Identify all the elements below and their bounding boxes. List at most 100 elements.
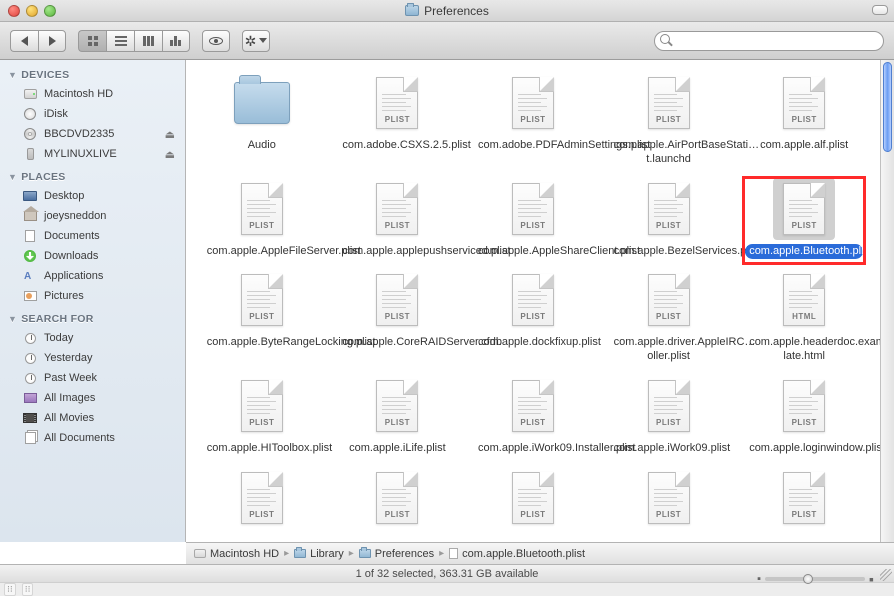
file-item[interactable]: PLISTcom.apple.AppleFileServer.plist <box>198 176 326 262</box>
back-button[interactable] <box>10 30 38 52</box>
column-view-button[interactable] <box>134 30 162 52</box>
toolbar-pill-button[interactable] <box>872 5 888 15</box>
close-icon[interactable] <box>8 5 20 17</box>
file-item[interactable]: PLIST <box>740 465 868 537</box>
file-label: com.apple.BezelServices.plist <box>610 244 728 260</box>
file-item[interactable]: PLISTcom.apple.iWork09.Installer.plist <box>469 373 597 459</box>
file-item[interactable]: PLISTcom.apple.alf.plist <box>740 70 868 170</box>
scroll-thumb[interactable] <box>883 62 892 152</box>
file-item[interactable]: PLISTcom.apple.Bluetooth.plist <box>740 176 868 262</box>
thumb-icon <box>22 147 38 161</box>
file-item[interactable]: PLISTcom.adobe.CSXS.2.5.plist <box>334 70 462 170</box>
file-scroll[interactable]: AudioPLISTcom.adobe.CSXS.2.5.plistPLISTc… <box>186 60 880 542</box>
path-segment-label: Preferences <box>375 548 434 560</box>
file-icon-box: PLIST <box>773 72 835 134</box>
sidebar-item-label: BBCDVD2335 <box>44 128 114 140</box>
vertical-scrollbar[interactable] <box>880 60 894 542</box>
document-icon: PLIST <box>648 274 690 326</box>
file-label: com.apple.iLife.plist <box>345 441 450 457</box>
sidebar-item[interactable]: Downloads <box>0 246 185 266</box>
document-icon: HTML <box>783 274 825 326</box>
file-item[interactable]: PLISTcom.apple.AirPortBaseStati…t.launch… <box>605 70 733 170</box>
file-item[interactable]: PLISTcom.adobe.PDFAdminSettings.plist <box>469 70 597 170</box>
file-icon-box: PLIST <box>366 269 428 331</box>
sidebar-item[interactable]: All Images <box>0 388 185 408</box>
file-label: Audio <box>244 138 280 154</box>
file-label: com.apple.CoreRAIDServer.cfdb <box>338 335 456 351</box>
icon-view-button[interactable] <box>78 30 106 52</box>
document-icon: PLIST <box>783 183 825 235</box>
list-view-button[interactable] <box>106 30 134 52</box>
eject-icon[interactable]: ⏏ <box>165 128 175 141</box>
eject-icon[interactable]: ⏏ <box>165 148 175 161</box>
file-type-tag: PLIST <box>784 510 824 519</box>
coverflow-view-button[interactable] <box>162 30 190 52</box>
sidebar-item[interactable]: iDisk <box>0 104 185 124</box>
file-item[interactable]: PLISTcom.apple.applepushserviced.plist <box>334 176 462 262</box>
file-item[interactable]: PLISTcom.apple.AppleShareClient.plist <box>469 176 597 262</box>
file-icon-box: PLIST <box>502 375 564 437</box>
file-item[interactable]: PLIST <box>605 465 733 537</box>
document-icon: PLIST <box>241 274 283 326</box>
sidebar-item[interactable]: Pictures <box>0 286 185 306</box>
file-label <box>393 533 401 535</box>
sidebar-section-head[interactable]: ▼SEARCH FOR <box>0 310 185 328</box>
quicklook-button[interactable] <box>202 30 230 52</box>
sidebar-item[interactable]: Macintosh HD <box>0 84 185 104</box>
folder-item[interactable]: Audio <box>198 70 326 170</box>
file-item[interactable]: PLIST <box>334 465 462 537</box>
resize-handle[interactable] <box>880 569 892 581</box>
path-segment[interactable]: Macintosh HD <box>194 548 279 560</box>
file-item[interactable]: PLISTcom.apple.HIToolbox.plist <box>198 373 326 459</box>
sidebar-item[interactable]: joeysneddon <box>0 206 185 226</box>
file-item[interactable]: PLISTcom.apple.ByteRangeLocking.plist <box>198 267 326 367</box>
file-type-tag: PLIST <box>649 221 689 230</box>
path-segment[interactable]: Preferences <box>359 548 434 560</box>
file-item[interactable]: PLIST <box>198 465 326 537</box>
file-label: com.adobe.CSXS.2.5.plist <box>338 138 456 154</box>
file-item[interactable]: PLIST <box>469 465 597 537</box>
action-menu-button[interactable]: ✲ <box>242 30 270 52</box>
file-item[interactable]: PLIST com.apple.driver.AppleIRC…oller.pli… <box>605 267 733 367</box>
file-item[interactable]: PLISTcom.apple.iWork09.plist <box>605 373 733 459</box>
sidebar-section-head[interactable]: ▼PLACES <box>0 168 185 186</box>
document-icon: PLIST <box>648 183 690 235</box>
sidebar-item[interactable]: Documents <box>0 226 185 246</box>
file-item[interactable]: PLIST com.apple.CoreRAIDServer.cfdb <box>334 267 462 367</box>
file-item[interactable]: HTMLcom.apple.headerdoc.exam…late.html <box>740 267 868 367</box>
file-label: com.apple.driver.AppleIRC…oller.plist <box>610 335 728 365</box>
file-label <box>800 533 808 535</box>
sidebar-item[interactable]: Applications <box>0 266 185 286</box>
zoom-icon[interactable] <box>44 5 56 17</box>
sidebar-section-head[interactable]: ▼DEVICES <box>0 66 185 84</box>
minimize-icon[interactable] <box>26 5 38 17</box>
sidebar-item[interactable]: BBCDVD2335 ⏏ <box>0 124 185 144</box>
path-segment[interactable]: com.apple.Bluetooth.plist <box>449 548 585 560</box>
file-icon-box: PLIST <box>366 467 428 529</box>
sidebar-item[interactable]: Today <box>0 328 185 348</box>
file-type-tag: PLIST <box>513 115 553 124</box>
file-icon-box: PLIST <box>638 375 700 437</box>
search-icon <box>660 34 672 46</box>
file-item[interactable]: PLISTcom.apple.dockfixup.plist <box>469 267 597 367</box>
file-type-tag: PLIST <box>377 221 417 230</box>
sidebar-item[interactable]: Yesterday <box>0 348 185 368</box>
sidebar-item[interactable]: All Movies <box>0 408 185 428</box>
zoom-track[interactable] <box>765 577 865 581</box>
zoom-slider[interactable]: ▪ ▪ <box>757 570 874 588</box>
file-item[interactable]: PLIST com.apple.BezelServices.plist <box>605 176 733 262</box>
sidebar-item[interactable]: MYLINUXLIVE⏏ <box>0 144 185 164</box>
path-bar: Macintosh HD▸Library▸Preferences▸com.app… <box>186 542 894 564</box>
file-type-tag: PLIST <box>513 312 553 321</box>
path-segment[interactable]: Library <box>294 548 344 560</box>
sidebar-item[interactable]: Past Week <box>0 368 185 388</box>
file-item[interactable]: PLISTcom.apple.loginwindow.plist <box>740 373 868 459</box>
desktop-icon <box>22 189 38 203</box>
forward-button[interactable] <box>38 30 66 52</box>
sidebar-item[interactable]: All Documents <box>0 428 185 448</box>
file-item[interactable]: PLISTcom.apple.iLife.plist <box>334 373 462 459</box>
file-type-tag: PLIST <box>242 510 282 519</box>
search-input[interactable] <box>654 31 884 51</box>
sidebar-item[interactable]: Desktop <box>0 186 185 206</box>
zoom-knob[interactable] <box>803 574 813 584</box>
